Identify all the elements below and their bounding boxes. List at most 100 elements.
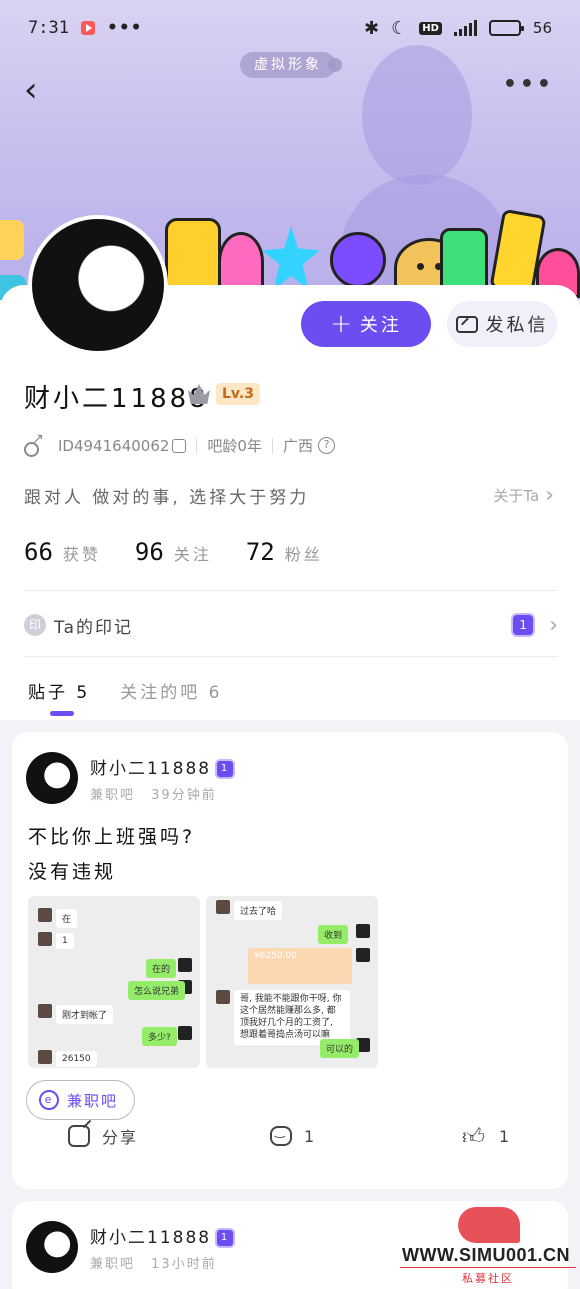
chat-avatar bbox=[38, 908, 52, 922]
battery-icon bbox=[488, 20, 524, 36]
transfer-bubble: ¥6250.00 bbox=[248, 948, 352, 984]
chat-screenshot-image[interactable]: 在 1 在的 怎么说兄弟 刚才到帐了 多少? 26150 bbox=[28, 896, 200, 1068]
stat-label: 关注 bbox=[173, 545, 212, 564]
level-badge[interactable]: Lv.3 bbox=[216, 383, 260, 405]
follow-label: 关注 bbox=[359, 315, 402, 336]
tab-indicator bbox=[50, 711, 74, 716]
account-age: 吧龄0年 bbox=[207, 437, 262, 455]
avatar[interactable] bbox=[28, 215, 168, 355]
share-icon bbox=[68, 1125, 90, 1147]
post-meta: 兼职吧 13小时前 bbox=[90, 1253, 217, 1272]
post-meta: 兼职吧 39分钟前 bbox=[90, 784, 217, 803]
chat-avatar bbox=[178, 1026, 192, 1040]
chat-bubble: 刚才到帐了 bbox=[56, 1005, 114, 1024]
chevron-left-icon: ‹ bbox=[24, 70, 38, 110]
chat-bubble: 1 bbox=[56, 933, 74, 949]
side-tab-top[interactable] bbox=[0, 220, 24, 260]
mark-row[interactable]: 印 Ta的印记 1 › bbox=[24, 610, 558, 640]
status-indicators: ✱ ☾ HD 56 bbox=[364, 18, 552, 39]
like-count: 1 bbox=[499, 1126, 512, 1146]
comment-icon bbox=[270, 1124, 292, 1146]
location: 广西 bbox=[282, 437, 313, 455]
watermark: WWW.SIMU001.CN 私募社区 bbox=[400, 1207, 578, 1287]
sticker-decoration bbox=[165, 218, 221, 288]
stat-following[interactable]: 96 关注 bbox=[135, 538, 212, 566]
chat-screenshot-image[interactable]: 过去了哈 收到 ¥6250.00 哥, 我能不能跟你干呀, 你这个居然能赚那么多… bbox=[206, 896, 378, 1068]
planet-sticker bbox=[330, 232, 386, 288]
medal-icon: 1 bbox=[215, 1228, 236, 1248]
like-button[interactable]: 👍︎ 1 bbox=[462, 1123, 511, 1150]
chat-bubble: 可以的 bbox=[320, 1039, 360, 1058]
post-time: 39分钟前 bbox=[151, 788, 217, 803]
chat-bubble: 怎么说兄弟 bbox=[128, 981, 186, 1000]
chat-bubble: 在的 bbox=[146, 959, 177, 978]
virtual-avatar-tag[interactable]: 虚拟形象 bbox=[240, 52, 336, 78]
post-avatar[interactable] bbox=[26, 752, 78, 804]
post-text-line: 没有违规 bbox=[28, 861, 117, 883]
post-text-line: 不比你上班强吗? bbox=[28, 826, 196, 848]
virtual-avatar-dot bbox=[328, 58, 342, 72]
post-author[interactable]: 财小二11888 1 bbox=[90, 1223, 236, 1248]
chat-avatar bbox=[38, 932, 52, 946]
help-icon[interactable]: ? bbox=[317, 437, 335, 454]
chat-bubble: 过去了哈 bbox=[234, 901, 283, 920]
chat-avatar bbox=[38, 1050, 52, 1064]
stat-value: 96 bbox=[134, 538, 164, 566]
follow-button[interactable]: + 关注 bbox=[301, 301, 431, 347]
plus-icon: + bbox=[330, 309, 352, 339]
message-button[interactable]: 发私信 bbox=[447, 301, 557, 347]
watermark-sub: 私募社区 bbox=[400, 1267, 576, 1286]
stat-fans[interactable]: 72 粉丝 bbox=[246, 538, 323, 566]
sticker-decoration bbox=[218, 232, 264, 292]
watermark-logo bbox=[458, 1207, 520, 1243]
bio: 跟对人 做对的事, 选择大于努力 bbox=[24, 488, 310, 508]
battery-level: 56 bbox=[532, 19, 552, 37]
forum-chip[interactable]: e 兼职吧 bbox=[26, 1080, 136, 1120]
stat-label: 获赞 bbox=[62, 545, 101, 564]
post-images: 在 1 在的 怎么说兄弟 刚才到帐了 多少? 26150 过去了哈 收到 ¥62… bbox=[28, 896, 378, 1068]
comment-count: 1 bbox=[304, 1126, 317, 1146]
thumbs-up-icon: 👍︎ bbox=[462, 1124, 487, 1150]
post-forum: 兼职吧 bbox=[90, 788, 136, 803]
about-link[interactable]: 关于Ta › bbox=[493, 483, 554, 508]
chat-bubble: 收到 bbox=[318, 925, 349, 944]
post-card[interactable]: 财小二11888 1 兼职吧 39分钟前 不比你上班强吗? 没有违规 在 1 在的… bbox=[12, 732, 568, 1189]
more-horizontal-icon: ••• bbox=[502, 72, 554, 97]
chat-bubble: 26150 bbox=[56, 1051, 97, 1067]
more-button[interactable]: ••• bbox=[503, 72, 554, 97]
chat-avatar bbox=[216, 900, 230, 914]
divider bbox=[196, 437, 198, 454]
chat-avatar bbox=[38, 1004, 52, 1018]
medal-icon: 1 bbox=[511, 613, 536, 637]
post-time: 13小时前 bbox=[151, 1257, 217, 1272]
comment-button[interactable]: 1 bbox=[270, 1124, 317, 1146]
tab-posts[interactable]: 贴子 5 bbox=[28, 678, 90, 703]
male-icon bbox=[24, 431, 44, 457]
mark-label: Ta的印记 bbox=[54, 617, 133, 638]
post-author[interactable]: 财小二11888 1 bbox=[90, 754, 236, 779]
post-avatar[interactable] bbox=[26, 1221, 78, 1273]
stat-label: 粉丝 bbox=[284, 545, 323, 564]
copy-icon[interactable] bbox=[172, 438, 187, 453]
stats-row: 66 获赞 96 关注 72 粉丝 bbox=[24, 538, 323, 566]
avatar-silhouette-head bbox=[362, 45, 472, 185]
chat-bubble: 在 bbox=[56, 909, 78, 928]
watermark-site: WWW.SIMU001.CN bbox=[402, 1245, 571, 1265]
chat-bubble: 哥, 我能不能跟你干呀, 你这个居然能赚那么多, 都顶我好几个月的工资了, 想跟… bbox=[234, 990, 350, 1045]
post-forum: 兼职吧 bbox=[90, 1257, 136, 1272]
post-author-name: 财小二11888 bbox=[90, 759, 212, 779]
stat-value: 66 bbox=[24, 538, 53, 566]
tab-followed-forums[interactable]: 关注的吧 6 bbox=[120, 678, 222, 703]
chat-avatar bbox=[216, 990, 230, 1004]
chevron-right-icon: › bbox=[549, 612, 558, 638]
share-label: 分享 bbox=[102, 1128, 139, 1147]
back-button[interactable]: ‹ bbox=[24, 70, 54, 110]
stat-likes[interactable]: 66 获赞 bbox=[24, 538, 101, 566]
post-author-name: 财小二11888 bbox=[90, 1228, 212, 1248]
envelope-icon bbox=[455, 315, 478, 333]
divider bbox=[24, 590, 558, 591]
medal-icon: 1 bbox=[215, 759, 236, 779]
share-button[interactable]: 分享 bbox=[68, 1124, 138, 1148]
profile-meta: ID4941640062 吧龄0年 广西 ? bbox=[24, 431, 335, 457]
bluetooth-icon: ✱ bbox=[364, 17, 380, 39]
